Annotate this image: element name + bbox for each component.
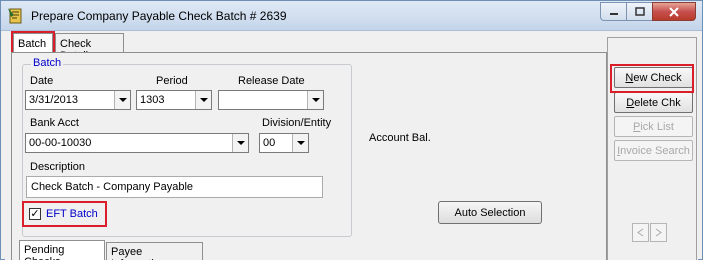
batch-tab-panel: Batch Date Period Release Date 3/31/2013… xyxy=(11,52,607,260)
pick-list-button[interactable]: Pick List xyxy=(614,116,693,137)
prev-button[interactable] xyxy=(632,223,649,242)
release-date-label: Release Date xyxy=(238,75,305,87)
checkmark-icon: ✓ xyxy=(30,208,40,220)
window-controls xyxy=(600,2,696,22)
account-bal-label: Account Bal. xyxy=(369,132,431,144)
date-dropdown-button[interactable] xyxy=(114,91,130,109)
tab-payee-information-label: Payee Information xyxy=(111,246,166,260)
chevron-down-icon xyxy=(236,141,245,145)
division-entity-label: Division/Entity xyxy=(262,117,332,129)
auto-selection-label: Auto Selection xyxy=(454,206,526,219)
release-date-dropdown[interactable] xyxy=(218,90,324,110)
tab-pending-checks-label: Pending Checks xyxy=(24,244,65,260)
bank-acct-dropdown[interactable]: 00-00-10030 xyxy=(25,133,249,153)
chevron-down-icon xyxy=(311,98,320,102)
chevron-down-icon xyxy=(296,141,305,145)
maximize-icon xyxy=(634,7,645,16)
chevron-left-icon xyxy=(637,228,644,237)
action-sidebar: New Check Delete Chk Pick List Invoice S… xyxy=(607,37,697,260)
description-input[interactable]: Check Batch - Company Payable xyxy=(26,176,323,198)
tab-payee-information[interactable]: Payee Information xyxy=(106,242,203,260)
batch-group-legend: Batch xyxy=(31,57,64,69)
client-area: Batch Check Detail Batch Date Period Rel… xyxy=(5,31,698,260)
chevron-down-icon xyxy=(199,98,208,102)
delete-chk-button[interactable]: Delete Chk xyxy=(614,92,693,113)
division-entity-value: 00 xyxy=(263,137,276,149)
period-dropdown[interactable]: 1303 xyxy=(136,90,212,110)
minimize-icon xyxy=(609,12,618,15)
maximize-button[interactable] xyxy=(626,2,653,21)
division-entity-dropdown[interactable]: 00 xyxy=(259,133,309,153)
tab-pending-checks[interactable]: Pending Checks xyxy=(19,240,105,260)
window-title: Prepare Company Payable Check Batch # 26… xyxy=(31,9,287,23)
eft-batch-label[interactable]: EFT Batch xyxy=(46,208,98,220)
period-value: 1303 xyxy=(140,94,165,106)
invoice-search-label: Invoice Search xyxy=(617,144,690,157)
close-button[interactable] xyxy=(652,2,696,21)
delete-chk-label: Delete Chk xyxy=(626,96,681,109)
date-dropdown[interactable]: 3/31/2013 xyxy=(25,90,131,110)
division-entity-dropdown-button[interactable] xyxy=(292,134,308,152)
close-icon xyxy=(669,6,679,17)
date-value: 3/31/2013 xyxy=(29,94,78,106)
tab-batch[interactable]: Batch xyxy=(13,33,53,53)
bank-acct-label: Bank Acct xyxy=(30,117,79,129)
bank-acct-value: 00-00-10030 xyxy=(29,137,92,149)
chevron-down-icon xyxy=(118,98,127,102)
title-bar: Prepare Company Payable Check Batch # 26… xyxy=(1,1,702,31)
minimize-button[interactable] xyxy=(600,2,627,21)
new-check-label: New Check xyxy=(625,71,682,84)
app-icon xyxy=(8,8,22,24)
period-label: Period xyxy=(156,75,188,87)
date-label: Date xyxy=(30,75,54,87)
bank-acct-dropdown-button[interactable] xyxy=(232,134,248,152)
description-value: Check Batch - Company Payable xyxy=(31,181,194,193)
auto-selection-button[interactable]: Auto Selection xyxy=(438,201,542,224)
tab-batch-label: Batch xyxy=(18,38,47,50)
period-dropdown-button[interactable] xyxy=(195,91,211,109)
app-window: Prepare Company Payable Check Batch # 26… xyxy=(0,0,703,260)
description-label: Description xyxy=(30,161,86,173)
new-check-button[interactable]: New Check xyxy=(614,67,693,88)
pick-list-label: Pick List xyxy=(633,120,674,133)
tab-check-detail[interactable]: Check Detail xyxy=(55,33,124,62)
invoice-search-button[interactable]: Invoice Search xyxy=(614,140,693,161)
release-date-dropdown-button[interactable] xyxy=(307,91,323,109)
chevron-right-icon xyxy=(655,228,662,237)
eft-batch-checkbox[interactable]: ✓ xyxy=(29,208,41,220)
next-button[interactable] xyxy=(650,223,667,242)
